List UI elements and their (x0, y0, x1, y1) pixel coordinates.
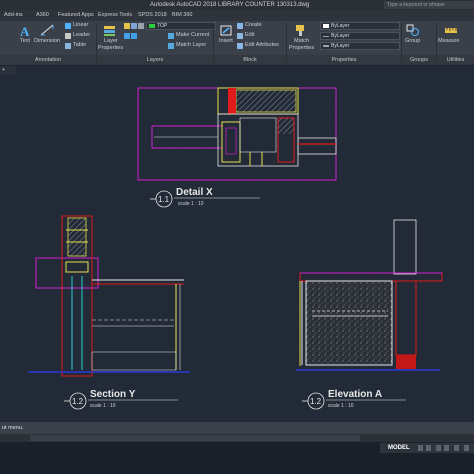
new-file-tab[interactable]: + (0, 66, 16, 75)
insert-button[interactable]: Insert (219, 38, 233, 44)
edit-attributes-icon[interactable] (237, 43, 243, 49)
lineweight-dropdown[interactable]: ByLayer (320, 42, 400, 50)
layer-on-icon[interactable] (131, 23, 137, 29)
table-button[interactable]: Table (73, 42, 86, 48)
match-properties-label-2[interactable]: Properties (289, 45, 314, 51)
ribbon: A Text Dimension Linear Leader Table Ann… (0, 21, 474, 65)
text-icon[interactable]: A (18, 24, 32, 39)
command-input-row (0, 434, 474, 442)
match-properties-label-1[interactable]: Match (294, 38, 309, 44)
svg-text:A: A (20, 24, 30, 37)
tab-bim360[interactable]: BIM 360 (172, 10, 192, 21)
elevation-title: Elevation A (328, 389, 382, 400)
detail-title: Detail X (176, 187, 213, 198)
match-properties-icon[interactable] (294, 24, 308, 37)
layer-properties-icon[interactable] (103, 24, 117, 37)
section-title: Section Y (90, 389, 136, 400)
table-icon[interactable] (65, 43, 71, 49)
color-dropdown[interactable]: ByLayer (320, 22, 400, 30)
linetype-dropdown[interactable]: ByLayer (320, 32, 400, 40)
tab-spds[interactable]: SPDS 2018 (138, 10, 167, 21)
layer-current-value: TOP (157, 23, 168, 29)
utilities-panel-title[interactable]: Utilities (437, 55, 474, 65)
linear-button[interactable]: Linear (73, 22, 88, 28)
ortho-icon[interactable] (436, 445, 441, 451)
linetype-value: ByLayer (331, 33, 350, 39)
status-bar: MODEL (380, 443, 474, 453)
block-panel-title[interactable]: Block (214, 55, 286, 65)
dimension-button[interactable]: Dimension (34, 38, 60, 44)
make-current-button[interactable]: Make Current (176, 32, 209, 38)
measure-button[interactable]: Measure (438, 38, 459, 44)
elevation-number: 1.2 (310, 397, 322, 406)
group-icon[interactable] (406, 24, 420, 37)
window-title: Autodesk AutoCAD 2018 LIBRARY COUNTER 13… (150, 2, 310, 8)
tab-featured-apps[interactable]: Featured Apps (58, 10, 94, 21)
settings-icon[interactable] (464, 445, 469, 451)
drawing-svg: 1.1 Detail X scale 1 : 10 1.2 Section Y … (0, 66, 474, 422)
drawing-canvas[interactable]: 1.1 Detail X scale 1 : 10 1.2 Section Y … (0, 66, 474, 422)
command-text: ut menu. (2, 425, 24, 431)
ribbon-tabs: Add-ins A360 Featured Apps Express Tools… (0, 10, 474, 21)
dimension-icon[interactable] (40, 24, 54, 37)
text-button[interactable]: Text (20, 38, 30, 44)
layer-freeze-icon[interactable] (124, 23, 130, 29)
layer-properties-label-2[interactable]: Properties (98, 45, 123, 51)
section-scale: scale 1 : 10 (90, 403, 116, 409)
group-button[interactable]: Group (405, 38, 420, 44)
layer-state-icon[interactable] (124, 33, 130, 39)
properties-panel-title[interactable]: Properties (287, 55, 401, 65)
create-block-button[interactable]: Create (245, 22, 262, 28)
layer-color-swatch (149, 24, 155, 28)
model-button[interactable]: MODEL (388, 444, 410, 452)
tab-express-tools[interactable]: Express Tools (98, 10, 132, 21)
layer-dropdown[interactable]: TOP (146, 22, 216, 30)
insert-block-icon[interactable] (219, 24, 233, 37)
match-layer-button[interactable]: Match Layer (176, 42, 206, 48)
annotation-panel-title[interactable]: Annotation (0, 55, 96, 65)
linetype-swatch (323, 36, 329, 37)
tab-a360[interactable]: A360 (36, 10, 49, 21)
elevation-scale: scale 1 : 10 (328, 403, 354, 409)
search-input[interactable]: Type a keyword or phrase (384, 1, 474, 9)
lineweight-value: ByLayer (331, 43, 350, 49)
edit-attributes-button[interactable]: Edit Attributes (245, 42, 279, 48)
leader-icon[interactable] (65, 33, 71, 39)
edit-block-icon[interactable] (237, 33, 243, 39)
detail-scale: scale 1 : 10 (178, 201, 204, 207)
osnap-icon[interactable] (454, 445, 459, 451)
match-layer-icon[interactable] (168, 43, 174, 49)
measure-icon[interactable] (444, 24, 458, 37)
groups-panel-title[interactable]: Groups (402, 55, 436, 65)
create-block-icon[interactable] (237, 23, 243, 29)
title-bar: Autodesk AutoCAD 2018 LIBRARY COUNTER 13… (0, 0, 474, 10)
section-number: 1.2 (72, 397, 84, 406)
detail-number: 1.1 (158, 195, 170, 204)
layer-lock-icon[interactable] (138, 23, 144, 29)
command-history: ut menu. (0, 422, 474, 434)
layers-panel-title[interactable]: Layers (97, 55, 213, 65)
command-input[interactable] (30, 435, 360, 441)
lineweight-swatch (323, 45, 329, 47)
polar-icon[interactable] (444, 445, 449, 451)
color-swatch (323, 24, 329, 28)
linear-icon[interactable] (65, 23, 71, 29)
tab-add-ins[interactable]: Add-ins (4, 10, 23, 21)
color-value: ByLayer (331, 23, 350, 29)
make-current-icon[interactable] (168, 33, 174, 39)
layer-isolate-icon[interactable] (131, 33, 137, 39)
grid-icon[interactable] (418, 445, 423, 451)
leader-button[interactable]: Leader (73, 32, 90, 38)
edit-block-button[interactable]: Edit (245, 32, 254, 38)
snap-icon[interactable] (426, 445, 431, 451)
layer-properties-label-1[interactable]: Layer (104, 38, 118, 44)
